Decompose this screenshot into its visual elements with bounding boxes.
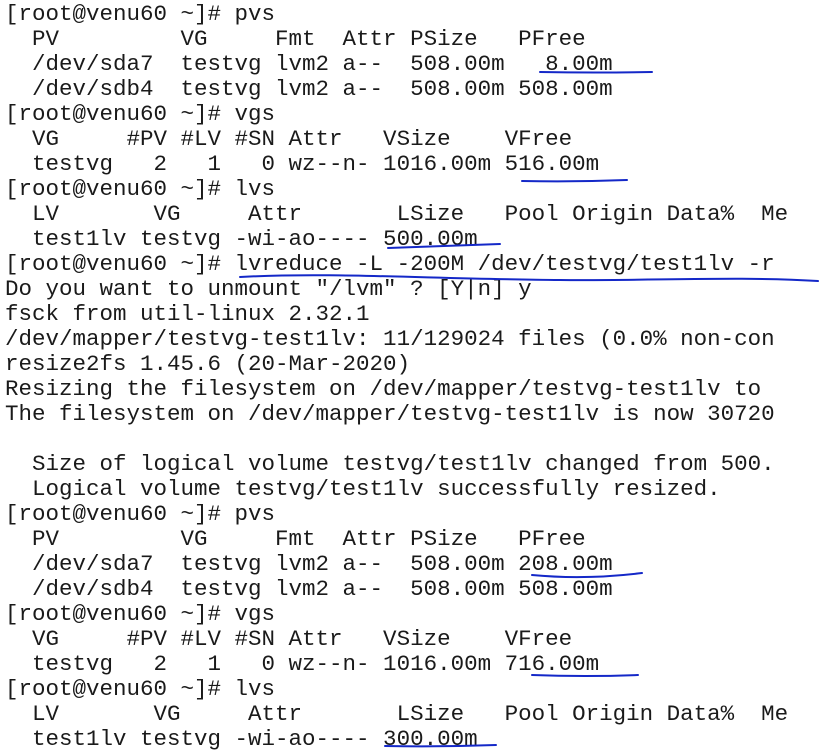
- output-line: fsck from util-linux 2.32.1: [5, 301, 370, 327]
- prompt-line: [root@venu60 ~]# pvs: [5, 1, 276, 27]
- output-line: PV VG Fmt Attr PSize PFree: [5, 526, 586, 552]
- output-line: resize2fs 1.45.6 (20-Mar-2020): [5, 351, 411, 377]
- output-line: testvg 2 1 0 wz--n- 1016.00m 716.00m: [5, 651, 600, 677]
- output-line: VG #PV #LV #SN Attr VSize VFree: [5, 126, 573, 152]
- output-line: Resizing the filesystem on /dev/mapper/t…: [5, 376, 762, 402]
- prompt-line: [root@venu60 ~]# vgs: [5, 101, 276, 127]
- output-line: Logical volume testvg/test1lv successful…: [5, 476, 721, 502]
- output-line: /dev/sda7 testvg lvm2 a-- 508.00m 208.00…: [5, 551, 613, 577]
- output-line: The filesystem on /dev/mapper/testvg-tes…: [5, 401, 775, 427]
- output-line: LV VG Attr LSize Pool Origin Data% Me: [5, 201, 789, 227]
- output-line: /dev/sdb4 testvg lvm2 a-- 508.00m 508.00…: [5, 576, 613, 602]
- output-line: /dev/sda7 testvg lvm2 a-- 508.00m 8.00m: [5, 51, 613, 77]
- prompt-line: [root@venu60 ~]# lvs: [5, 676, 276, 702]
- output-line: test1lv testvg -wi-ao---- 500.00m: [5, 226, 478, 252]
- prompt-line: [root@venu60 ~]# pvs: [5, 501, 276, 527]
- output-line: testvg 2 1 0 wz--n- 1016.00m 516.00m: [5, 151, 600, 177]
- terminal-output: [root@venu60 ~]# pvs PV VG Fmt Attr PSiz…: [0, 0, 820, 751]
- output-line: /dev/mapper/testvg-test1lv: 11/129024 fi…: [5, 326, 775, 352]
- output-line: Size of logical volume testvg/test1lv ch…: [5, 451, 775, 477]
- output-line: Do you want to unmount "/lvm" ? [Y|n] y: [5, 276, 532, 302]
- prompt-line: [root@venu60 ~]# lvs: [5, 176, 276, 202]
- output-line: test1lv testvg -wi-ao---- 300.00m: [5, 726, 478, 751]
- output-line: /dev/sdb4 testvg lvm2 a-- 508.00m 508.00…: [5, 76, 613, 102]
- output-line: LV VG Attr LSize Pool Origin Data% Me: [5, 701, 789, 727]
- output-line: PV VG Fmt Attr PSize PFree: [5, 26, 586, 52]
- output-line: VG #PV #LV #SN Attr VSize VFree: [5, 626, 573, 652]
- prompt-line: [root@venu60 ~]# lvreduce -L -200M /dev/…: [5, 251, 775, 277]
- prompt-line: [root@venu60 ~]# vgs: [5, 601, 276, 627]
